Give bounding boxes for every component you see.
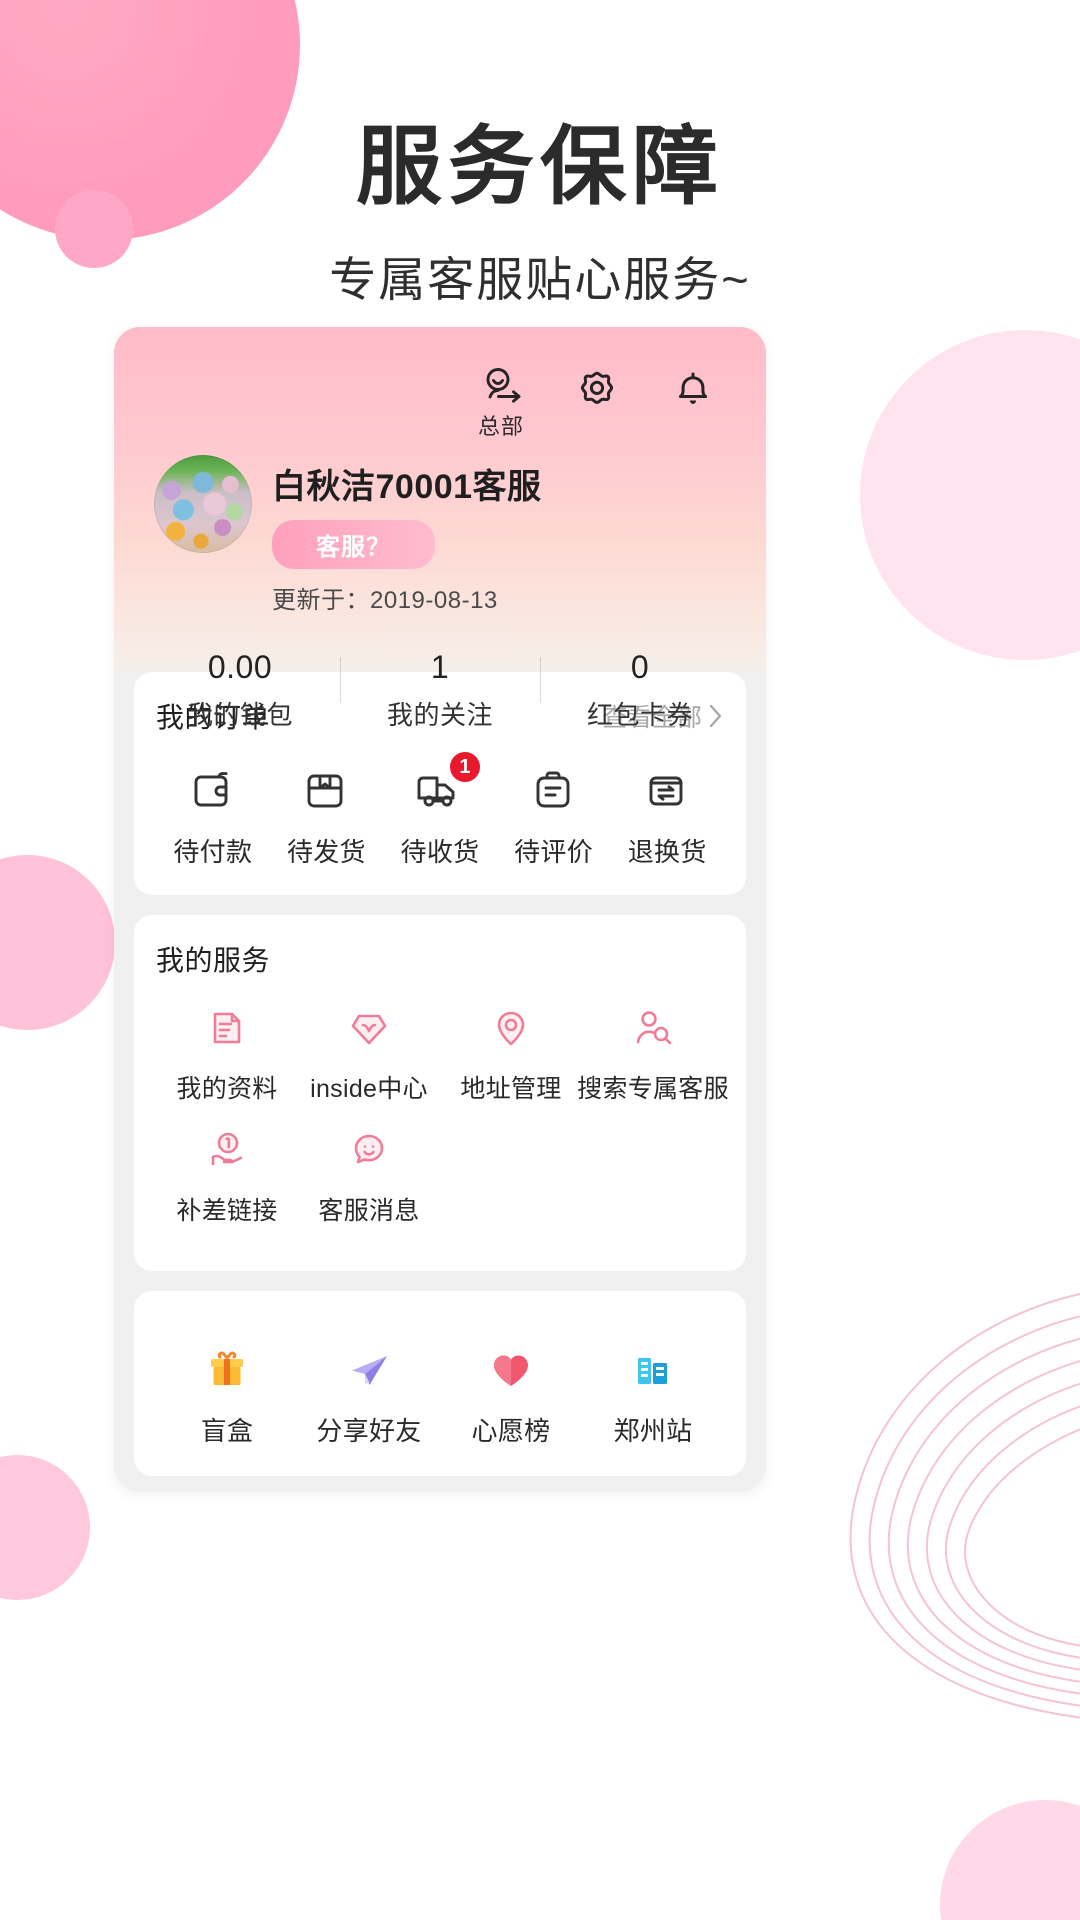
service-item-label: 客服消息 [318,1197,420,1225]
service-item-label: 补差链接 [176,1197,278,1225]
diamond-icon [346,1001,392,1055]
service-item-agent-messages[interactable]: 客服消息 [298,1123,440,1227]
service-item-my-profile[interactable]: 我的资料 [156,1001,298,1105]
buildings-icon [629,1343,677,1397]
gift-icon-svg [211,1351,243,1385]
clipboard-icon [529,764,579,818]
page-root: 服务保障 专属客服贴心服务~ 总部 白秋洁70001客服 客服？ 更新于：201… [0,0,1080,1920]
profile-updated-date: 更新于：2019-08-13 [272,587,498,614]
decorative-blob-right-bottom [940,1800,1080,1920]
decorative-blob-right-pale [860,330,1080,660]
services-card-header: 我的服务 [156,939,724,979]
shortcuts-card: 盲盒 分享好友 心愿榜 郑州站 [134,1291,746,1476]
stat-label: 红包卡券 [586,700,693,730]
heart-icon-svg [494,1355,528,1386]
service-item-label: inside中心 [310,1075,428,1103]
order-item-label: 退换货 [627,837,707,867]
shortcut-item-label: 盲盒 [200,1416,254,1446]
shortcuts-grid: 盲盒 分享好友 心愿榜 郑州站 [156,1343,724,1448]
service-item-search-agent[interactable]: 搜索专属客服 [577,1001,729,1105]
services-card: 我的服务 我的资料 inside中心 地址管理 搜索专属客服 补差链接 客服消息 [134,915,746,1271]
order-item-pending-receipt[interactable]: 1 待收货 [383,752,497,869]
paper-plane-icon-svg [352,1356,387,1385]
package-icon [301,764,351,818]
smiley-icon [346,1123,392,1177]
profile-name: 白秋洁70001客服 [272,468,542,506]
bell-icon [671,369,715,413]
profile-row: 白秋洁70001客服 客服？ 更新于：2019-08-13 [140,455,740,615]
services-grid: 我的资料 inside中心 地址管理 搜索专属客服 补差链接 客服消息 [156,1001,729,1245]
stat-value: 0 [630,649,650,685]
notifications-button[interactable] [662,367,724,413]
order-item-pending-shipment[interactable]: 待发货 [270,764,384,869]
shortcut-item-label: 心愿榜 [471,1416,551,1446]
shortcut-item-wishlist[interactable]: 心愿榜 [440,1343,582,1448]
service-item-price-difference-link[interactable]: 补差链接 [156,1123,298,1227]
order-item-pending-review[interactable]: 待评价 [497,764,611,869]
profile-role-badge[interactable]: 客服？ [272,520,435,569]
headquarters-button[interactable]: 总部 [470,367,532,441]
stat-wallet[interactable]: 0.00 我的钱包 [140,649,340,732]
location-pin-icon [488,1001,534,1055]
order-item-label: 待评价 [514,837,594,867]
headquarters-icon [478,367,524,407]
gear-icon [575,369,619,413]
stat-following[interactable]: 1 我的关注 [340,649,540,732]
document-icon [204,1001,250,1055]
services-title: 我的服务 [156,945,271,976]
stat-label: 我的钱包 [186,700,293,730]
hero-section: 服务保障 专属客服贴心服务~ [0,120,1080,310]
order-item-label: 待收货 [400,837,480,867]
service-item-label: 搜索专属客服 [577,1075,729,1103]
stat-coupons[interactable]: 0 红包卡券 [540,649,740,732]
service-item-address-management[interactable]: 地址管理 [440,1001,582,1105]
shortcut-item-zhengzhou-station[interactable]: 郑州站 [582,1343,724,1448]
service-item-label: 我的资料 [176,1075,278,1103]
order-item-returns[interactable]: 退换货 [610,764,724,869]
stat-value: 0.00 [207,649,273,685]
content-area: 我的订单 查看全部 待付款 待发货 1 待收货 待评价 退换货 我的服务 我的资… [114,672,766,1492]
service-item-label: 地址管理 [460,1075,562,1103]
header-icon-bar: 总部 [140,355,740,441]
avatar[interactable] [154,455,252,553]
order-item-label: 待发货 [286,837,366,867]
stat-label: 我的关注 [386,700,493,730]
order-item-label: 待付款 [173,837,253,867]
stats-row: 0.00 我的钱包 1 我的关注 0 红包卡券 [140,615,740,758]
headquarters-label: 总部 [477,414,524,439]
exchange-icon [642,764,692,818]
settings-button[interactable] [566,367,628,413]
paper-plane-icon [345,1343,393,1397]
gift-icon [203,1343,251,1397]
truck-icon: 1 [414,752,480,818]
page-subtitle: 专属客服贴心服务~ [329,252,751,306]
shortcut-item-share-friend[interactable]: 分享好友 [298,1343,440,1448]
shortcut-item-label: 郑州站 [613,1416,693,1446]
order-item-pending-payment[interactable]: 待付款 [156,764,270,869]
hand-coin-icon [204,1123,250,1177]
service-item-inside-center[interactable]: inside中心 [298,1001,440,1105]
page-title: 服务保障 [356,119,724,215]
phone-mockup: 总部 白秋洁70001客服 客服？ 更新于：2019-08-13 0.00 我的… [114,327,766,1492]
wallet-icon [188,764,238,818]
order-badge-count: 1 [449,752,480,782]
decorative-blob-left-medium [0,855,115,1030]
shortcut-item-blind-box[interactable]: 盲盒 [156,1343,298,1448]
buildings-icon-svg [638,1358,667,1384]
shortcut-item-label: 分享好友 [316,1416,422,1446]
heart-icon [488,1343,534,1397]
orders-grid: 待付款 待发货 1 待收货 待评价 退换货 [156,752,724,869]
stat-value: 1 [430,649,450,685]
decorative-blob-left-bottom [0,1455,90,1600]
profile-header: 总部 白秋洁70001客服 客服？ 更新于：2019-08-13 0.00 我的… [114,327,766,730]
person-search-icon [630,1001,676,1055]
